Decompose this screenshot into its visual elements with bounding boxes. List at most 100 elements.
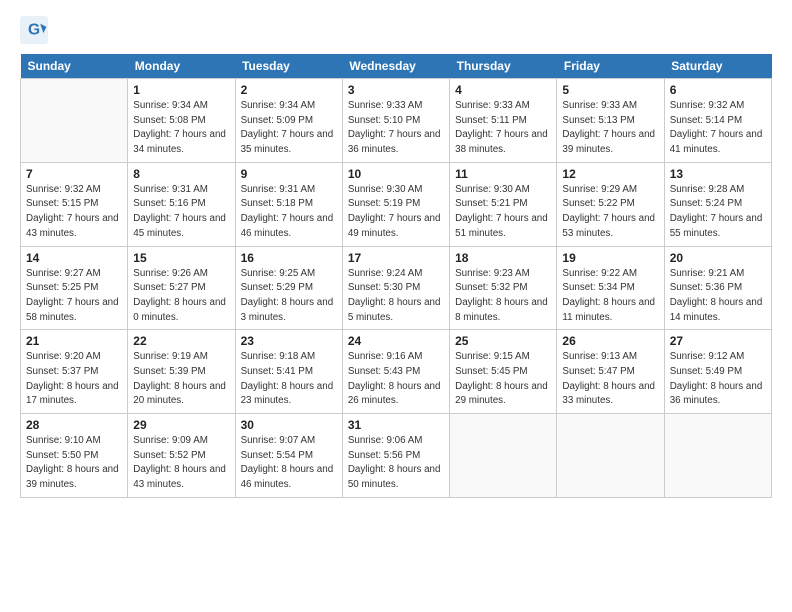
day-number: 10 <box>348 167 444 181</box>
day-info: Sunrise: 9:15 AMSunset: 5:45 PMDaylight:… <box>455 350 551 409</box>
page: G SundayMondayTuesdayWednesdayThursdayFr… <box>0 0 792 612</box>
day-info: Sunrise: 9:32 AMSunset: 5:15 PMDaylight:… <box>26 183 122 242</box>
day-number: 3 <box>348 83 444 97</box>
day-number: 9 <box>241 167 337 181</box>
column-header-wednesday: Wednesday <box>342 54 449 79</box>
week-row-3: 21 Sunrise: 9:20 AMSunset: 5:37 PMDayligh… <box>21 330 772 414</box>
header: G <box>20 16 772 44</box>
week-row-2: 14Sunrise: 9:27 AMSunset: 5:25 PMDayligh… <box>21 246 772 330</box>
day-cell <box>450 414 557 498</box>
svg-text:G: G <box>28 22 40 39</box>
day-info: Sunrise: 9:20 AMSunset: 5:37 PMDaylight:… <box>26 350 122 409</box>
day-cell: 31 Sunrise: 9:06 AMSunset: 5:56 PMDayligh… <box>342 414 449 498</box>
day-cell: 13Sunrise: 9:28 AMSunset: 5:24 PMDayligh… <box>664 162 771 246</box>
day-number: 22 <box>133 334 229 348</box>
day-info: Sunrise: 9:19 AMSunset: 5:39 PMDaylight:… <box>133 350 229 409</box>
day-number: 1 <box>133 83 229 97</box>
day-info: Sunrise: 9:34 AMSunset: 5:09 PMDaylight:… <box>241 99 337 158</box>
week-row-0: 1 Sunrise: 9:34 AMSunset: 5:08 PMDaylight… <box>21 79 772 163</box>
day-number: 15 <box>133 251 229 265</box>
day-info: Sunrise: 9:18 AMSunset: 5:41 PMDaylight:… <box>241 350 337 409</box>
day-info: Sunrise: 9:33 AMSunset: 5:11 PMDaylight:… <box>455 99 551 158</box>
day-cell: 16 Sunrise: 9:25 AMSunset: 5:29 PMDayligh… <box>235 246 342 330</box>
day-info: Sunrise: 9:06 AMSunset: 5:56 PMDaylight:… <box>348 434 444 493</box>
day-cell: 8 Sunrise: 9:31 AMSunset: 5:16 PMDaylight… <box>128 162 235 246</box>
day-info: Sunrise: 9:07 AMSunset: 5:54 PMDaylight:… <box>241 434 337 493</box>
day-cell: 28 Sunrise: 9:10 AMSunset: 5:50 PMDayligh… <box>21 414 128 498</box>
day-cell: 6Sunrise: 9:32 AMSunset: 5:14 PMDaylight… <box>664 79 771 163</box>
day-cell <box>557 414 664 498</box>
day-info: Sunrise: 9:24 AMSunset: 5:30 PMDaylight:… <box>348 267 444 326</box>
day-number: 7 <box>26 167 122 181</box>
day-number: 30 <box>241 418 337 432</box>
day-info: Sunrise: 9:26 AMSunset: 5:27 PMDaylight:… <box>133 267 229 326</box>
day-number: 27 <box>670 334 766 348</box>
day-number: 21 <box>26 334 122 348</box>
week-row-1: 7 Sunrise: 9:32 AMSunset: 5:15 PMDaylight… <box>21 162 772 246</box>
day-number: 5 <box>562 83 658 97</box>
day-cell: 7 Sunrise: 9:32 AMSunset: 5:15 PMDaylight… <box>21 162 128 246</box>
day-info: Sunrise: 9:10 AMSunset: 5:50 PMDaylight:… <box>26 434 122 493</box>
day-info: Sunrise: 9:33 AMSunset: 5:13 PMDaylight:… <box>562 99 658 158</box>
day-cell: 4 Sunrise: 9:33 AMSunset: 5:11 PMDaylight… <box>450 79 557 163</box>
column-header-tuesday: Tuesday <box>235 54 342 79</box>
logo-icon: G <box>20 16 48 44</box>
day-info: Sunrise: 9:22 AMSunset: 5:34 PMDaylight:… <box>562 267 658 326</box>
day-info: Sunrise: 9:16 AMSunset: 5:43 PMDaylight:… <box>348 350 444 409</box>
day-number: 24 <box>348 334 444 348</box>
day-cell: 9Sunrise: 9:31 AMSunset: 5:18 PMDaylight… <box>235 162 342 246</box>
day-info: Sunrise: 9:21 AMSunset: 5:36 PMDaylight:… <box>670 267 766 326</box>
day-cell: 27 Sunrise: 9:12 AMSunset: 5:49 PMDayligh… <box>664 330 771 414</box>
day-info: Sunrise: 9:30 AMSunset: 5:19 PMDaylight:… <box>348 183 444 242</box>
day-cell: 18 Sunrise: 9:23 AMSunset: 5:32 PMDayligh… <box>450 246 557 330</box>
day-number: 17 <box>348 251 444 265</box>
day-info: Sunrise: 9:25 AMSunset: 5:29 PMDaylight:… <box>241 267 337 326</box>
header-row: SundayMondayTuesdayWednesdayThursdayFrid… <box>21 54 772 79</box>
day-info: Sunrise: 9:12 AMSunset: 5:49 PMDaylight:… <box>670 350 766 409</box>
week-row-4: 28 Sunrise: 9:10 AMSunset: 5:50 PMDayligh… <box>21 414 772 498</box>
day-info: Sunrise: 9:34 AMSunset: 5:08 PMDaylight:… <box>133 99 229 158</box>
column-header-friday: Friday <box>557 54 664 79</box>
day-number: 18 <box>455 251 551 265</box>
day-number: 31 <box>348 418 444 432</box>
column-header-sunday: Sunday <box>21 54 128 79</box>
day-cell: 29Sunrise: 9:09 AMSunset: 5:52 PMDayligh… <box>128 414 235 498</box>
column-header-monday: Monday <box>128 54 235 79</box>
day-number: 29 <box>133 418 229 432</box>
day-info: Sunrise: 9:28 AMSunset: 5:24 PMDaylight:… <box>670 183 766 242</box>
day-cell <box>664 414 771 498</box>
day-cell: 14Sunrise: 9:27 AMSunset: 5:25 PMDayligh… <box>21 246 128 330</box>
day-number: 2 <box>241 83 337 97</box>
logo: G <box>20 16 52 44</box>
day-info: Sunrise: 9:31 AMSunset: 5:16 PMDaylight:… <box>133 183 229 242</box>
day-number: 28 <box>26 418 122 432</box>
day-number: 26 <box>562 334 658 348</box>
day-cell: 1 Sunrise: 9:34 AMSunset: 5:08 PMDaylight… <box>128 79 235 163</box>
day-cell: 19Sunrise: 9:22 AMSunset: 5:34 PMDayligh… <box>557 246 664 330</box>
day-cell: 17 Sunrise: 9:24 AMSunset: 5:30 PMDayligh… <box>342 246 449 330</box>
day-cell: 11Sunrise: 9:30 AMSunset: 5:21 PMDayligh… <box>450 162 557 246</box>
day-number: 16 <box>241 251 337 265</box>
day-cell: 30 Sunrise: 9:07 AMSunset: 5:54 PMDayligh… <box>235 414 342 498</box>
day-number: 6 <box>670 83 766 97</box>
day-cell <box>21 79 128 163</box>
day-info: Sunrise: 9:23 AMSunset: 5:32 PMDaylight:… <box>455 267 551 326</box>
calendar-table: SundayMondayTuesdayWednesdayThursdayFrid… <box>20 54 772 498</box>
day-info: Sunrise: 9:29 AMSunset: 5:22 PMDaylight:… <box>562 183 658 242</box>
day-info: Sunrise: 9:13 AMSunset: 5:47 PMDaylight:… <box>562 350 658 409</box>
day-cell: 25Sunrise: 9:15 AMSunset: 5:45 PMDayligh… <box>450 330 557 414</box>
day-cell: 23Sunrise: 9:18 AMSunset: 5:41 PMDayligh… <box>235 330 342 414</box>
day-cell: 3 Sunrise: 9:33 AMSunset: 5:10 PMDaylight… <box>342 79 449 163</box>
column-header-saturday: Saturday <box>664 54 771 79</box>
day-number: 14 <box>26 251 122 265</box>
day-cell: 22 Sunrise: 9:19 AMSunset: 5:39 PMDayligh… <box>128 330 235 414</box>
day-number: 20 <box>670 251 766 265</box>
day-cell: 26 Sunrise: 9:13 AMSunset: 5:47 PMDayligh… <box>557 330 664 414</box>
day-cell: 15 Sunrise: 9:26 AMSunset: 5:27 PMDayligh… <box>128 246 235 330</box>
day-number: 12 <box>562 167 658 181</box>
day-number: 8 <box>133 167 229 181</box>
day-number: 4 <box>455 83 551 97</box>
day-cell: 24 Sunrise: 9:16 AMSunset: 5:43 PMDayligh… <box>342 330 449 414</box>
day-cell: 2 Sunrise: 9:34 AMSunset: 5:09 PMDaylight… <box>235 79 342 163</box>
day-info: Sunrise: 9:33 AMSunset: 5:10 PMDaylight:… <box>348 99 444 158</box>
